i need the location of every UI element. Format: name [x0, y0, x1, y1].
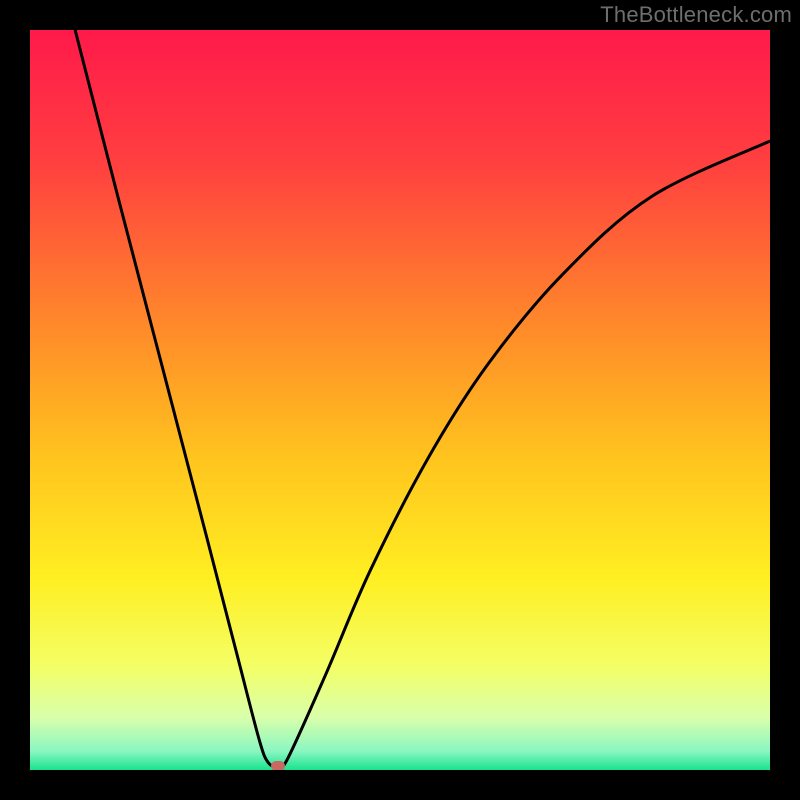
bottleneck-curve — [75, 30, 770, 768]
plot-area — [30, 30, 770, 770]
chart-frame: TheBottleneck.com — [0, 0, 800, 800]
curve-svg — [30, 30, 770, 770]
watermark-text: TheBottleneck.com — [600, 2, 792, 28]
optimal-marker — [271, 761, 285, 770]
